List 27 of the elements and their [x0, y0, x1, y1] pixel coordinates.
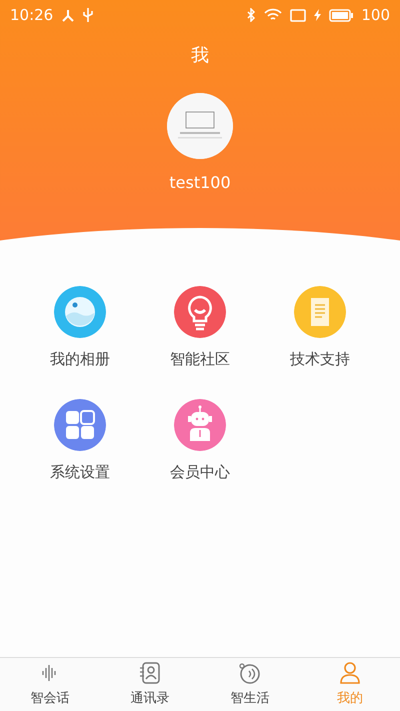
menu-item[interactable]: 系统设置	[20, 398, 140, 483]
bluetooth-icon	[247, 8, 256, 22]
wifi-icon	[264, 8, 282, 22]
usb-icon	[83, 8, 94, 22]
menu-label: 我的相册	[50, 349, 110, 370]
menu-item[interactable]: 技术支持	[260, 286, 380, 370]
tab[interactable]: 智生活	[200, 658, 300, 711]
menu-item[interactable]: 会员中心	[140, 398, 260, 483]
menu-label: 技术支持	[290, 349, 350, 370]
menu-item[interactable]: 智能社区	[140, 286, 260, 370]
page-title: 我	[191, 44, 209, 68]
person-icon	[337, 660, 363, 686]
battery-level: 100	[361, 4, 390, 26]
contacts-icon	[137, 660, 163, 686]
avatar-picture[interactable]	[167, 93, 233, 159]
network-icon	[61, 8, 76, 22]
username: test100	[169, 172, 231, 194]
charging-icon	[314, 9, 322, 21]
menu-label: 系统设置	[50, 462, 110, 482]
battery-icon	[329, 8, 354, 22]
menu-label: 会员中心	[170, 462, 230, 482]
status-time: 10:26	[10, 4, 54, 26]
tab[interactable]: 通讯录	[100, 658, 200, 711]
sim-icon	[290, 8, 306, 22]
menu-item[interactable]: 我的相册	[20, 286, 140, 370]
menu-label: 智能社区	[170, 349, 230, 370]
tab[interactable]: 智会话	[0, 658, 100, 711]
